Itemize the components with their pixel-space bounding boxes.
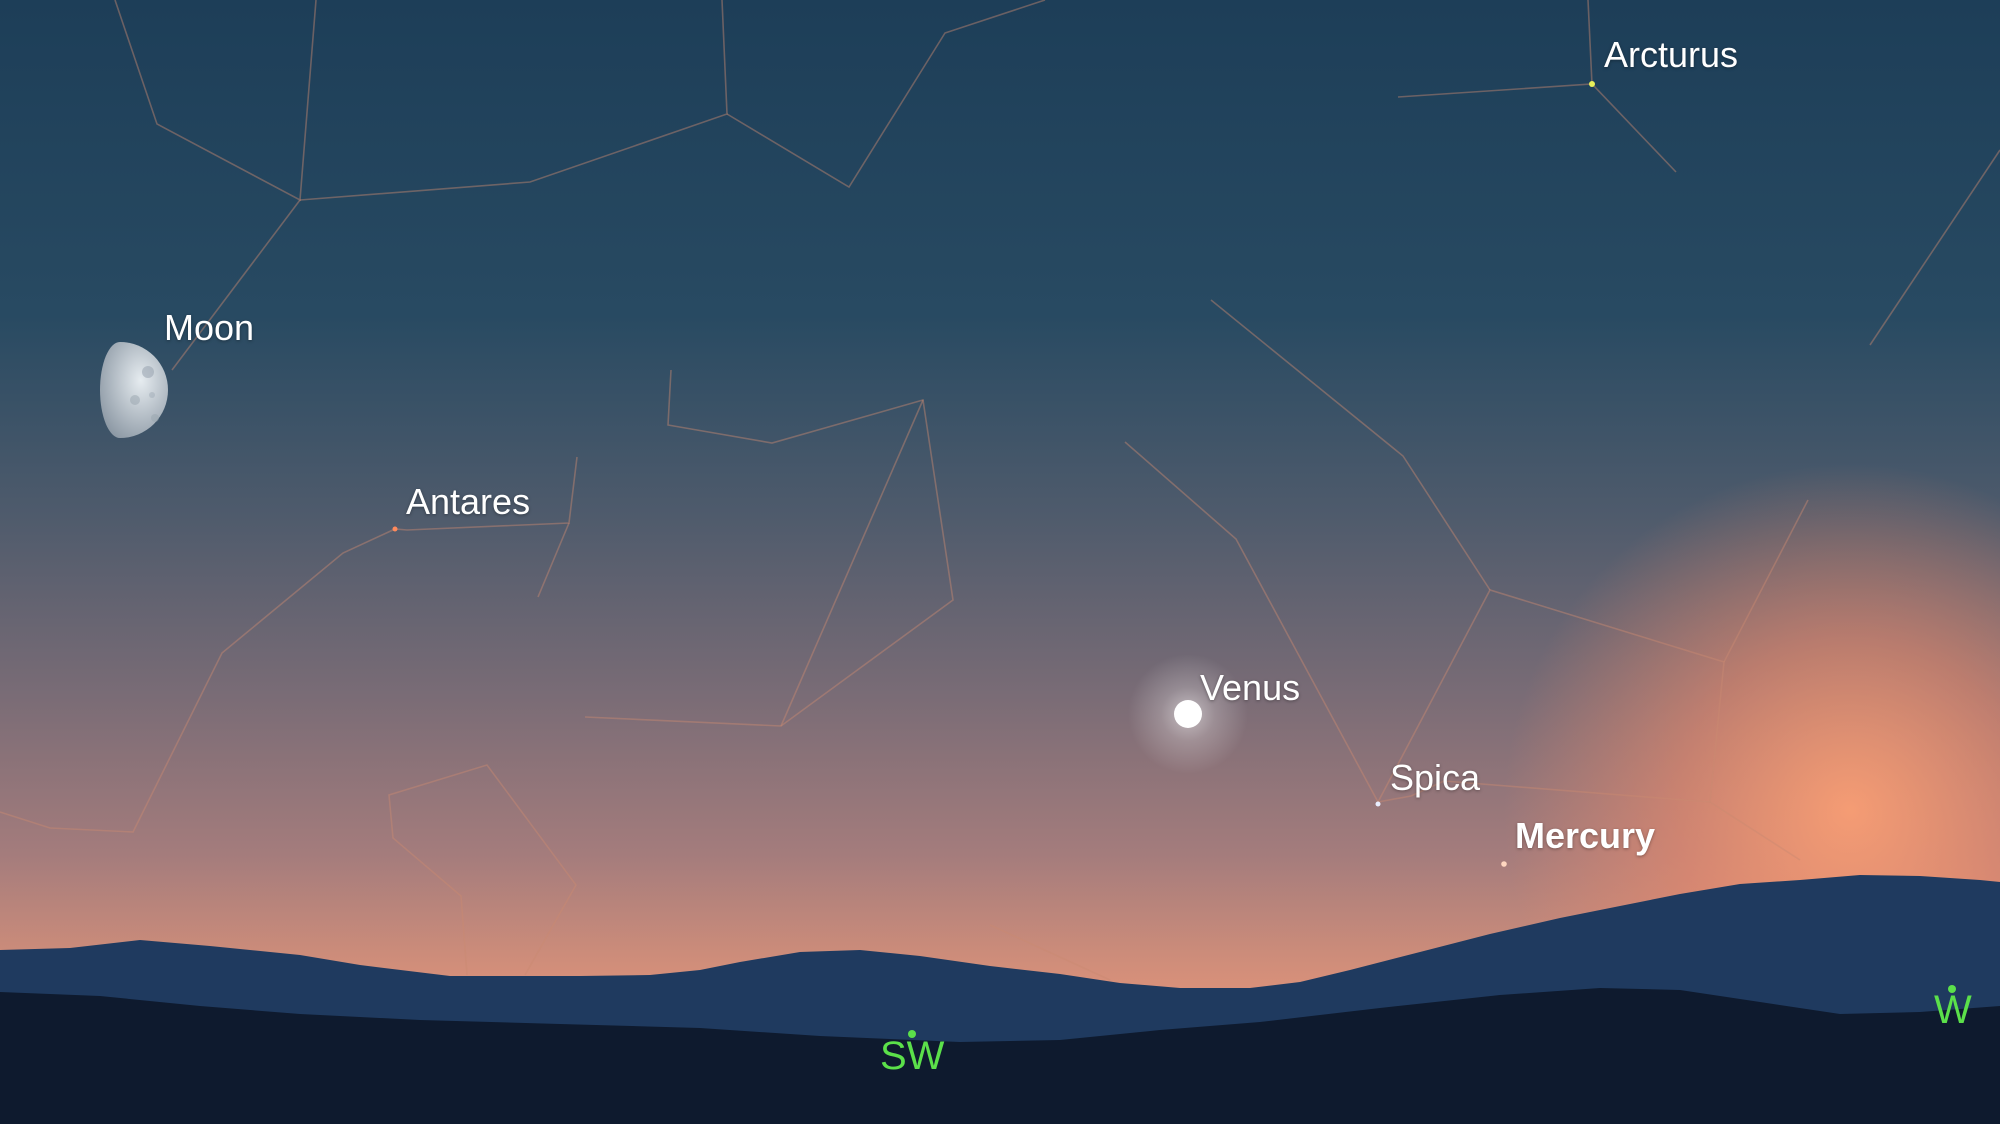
constellation-line-hercules	[114, 0, 317, 202]
constellation-line-lupus	[388, 764, 577, 976]
constellation-line-libra-diag	[780, 399, 924, 727]
constellation-line-serpens	[726, 0, 1046, 189]
star-arcturus	[1589, 81, 1595, 87]
sky-chart	[0, 0, 2000, 1124]
label-moon: Moon	[164, 307, 255, 348]
sky-map: Arcturus Moon Antares Venus Spica Mercur…	[0, 0, 2000, 1124]
constellation-line-leo	[1869, 149, 2000, 346]
direction-label-sw: SW	[880, 1034, 945, 1078]
label-mercury: Mercury	[1515, 815, 1656, 856]
constellation-line-virgo-north	[1210, 299, 1491, 591]
constellation-line-scorpius-tail	[537, 522, 570, 598]
label-venus: Venus	[1200, 667, 1301, 708]
constellation-line-virgo-tail	[1709, 801, 1801, 861]
constellation-lines	[0, 0, 2000, 981]
constellation-line-bootes	[1397, 83, 1677, 173]
direction-label-w: W	[1934, 988, 1972, 1032]
constellation-line-virgo-east	[1723, 499, 1809, 663]
constellation-line-ophiuchus	[299, 0, 728, 201]
planet-venus	[1174, 700, 1202, 728]
constellation-line-libra	[584, 369, 954, 727]
star-spica	[1375, 801, 1381, 807]
star-antares	[392, 526, 398, 532]
label-antares: Antares	[406, 481, 531, 522]
constellation-line-bootes-north	[1587, 0, 1593, 85]
label-spica: Spica	[1390, 757, 1481, 798]
moon-disk	[100, 342, 168, 438]
planet-mercury	[1501, 861, 1507, 867]
label-arcturus: Arcturus	[1604, 34, 1739, 75]
